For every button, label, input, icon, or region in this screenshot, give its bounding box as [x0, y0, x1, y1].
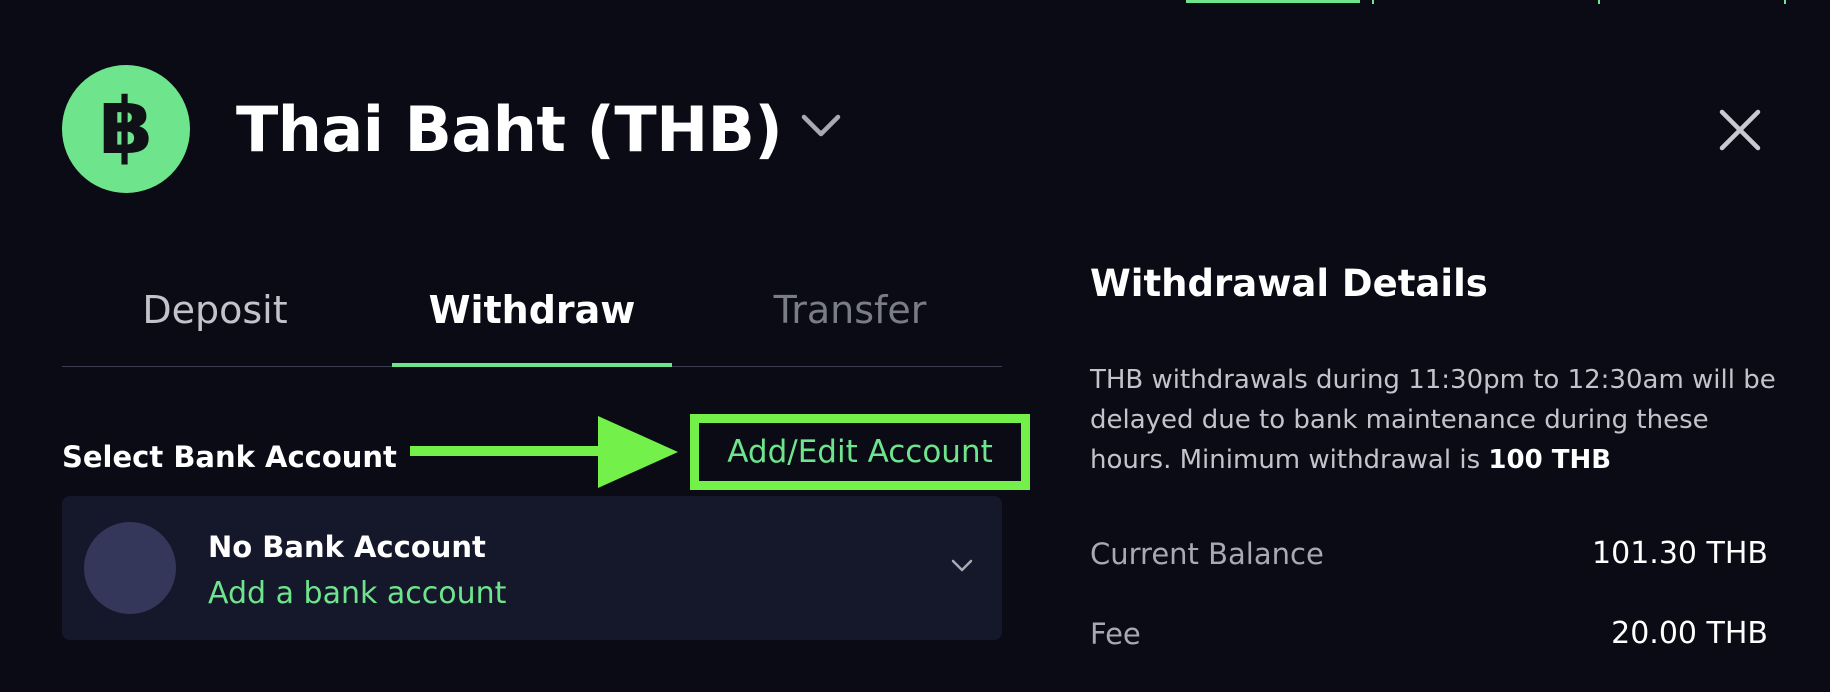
arrow-right-icon [410, 416, 678, 488]
top-divider [1784, 0, 1786, 4]
chevron-down-icon[interactable] [950, 558, 974, 574]
active-tab-indicator [392, 363, 672, 367]
withdrawal-notice-text: THB withdrawals during 11:30pm to 12:30a… [1090, 365, 1776, 475]
currency-symbol: ฿ [98, 82, 154, 172]
top-divider [1372, 0, 1374, 4]
add-bank-account-link[interactable]: Add a bank account [208, 574, 506, 614]
currency-title[interactable]: Thai Baht (THB) [236, 90, 783, 170]
min-withdrawal-value: 100 THB [1488, 445, 1612, 475]
tab-deposit[interactable]: Deposit [110, 285, 320, 335]
bank-account-select[interactable] [62, 496, 1002, 640]
bank-account-name: No Bank Account [208, 530, 486, 564]
add-edit-account-label[interactable]: Add/Edit Account [727, 432, 993, 472]
close-icon[interactable] [1718, 108, 1762, 152]
top-tab-indicator [1186, 0, 1360, 3]
tab-transfer[interactable]: Transfer [740, 285, 960, 335]
current-balance-value: 101.30 THB [1592, 536, 1768, 571]
baht-coin-icon: ฿ [62, 65, 190, 193]
add-edit-account-button[interactable]: Add/Edit Account [690, 414, 1030, 490]
fee-label: Fee [1090, 617, 1141, 651]
tab-withdraw[interactable]: Withdraw [392, 285, 672, 335]
select-bank-account-label: Select Bank Account [62, 440, 397, 474]
withdrawal-notice: THB withdrawals during 11:30pm to 12:30a… [1090, 360, 1780, 480]
bank-avatar [84, 522, 176, 614]
top-divider [1598, 0, 1600, 4]
fee-value: 20.00 THB [1611, 616, 1768, 651]
chevron-down-icon[interactable] [800, 112, 842, 140]
withdrawal-details-title: Withdrawal Details [1090, 262, 1488, 305]
current-balance-label: Current Balance [1090, 537, 1324, 571]
